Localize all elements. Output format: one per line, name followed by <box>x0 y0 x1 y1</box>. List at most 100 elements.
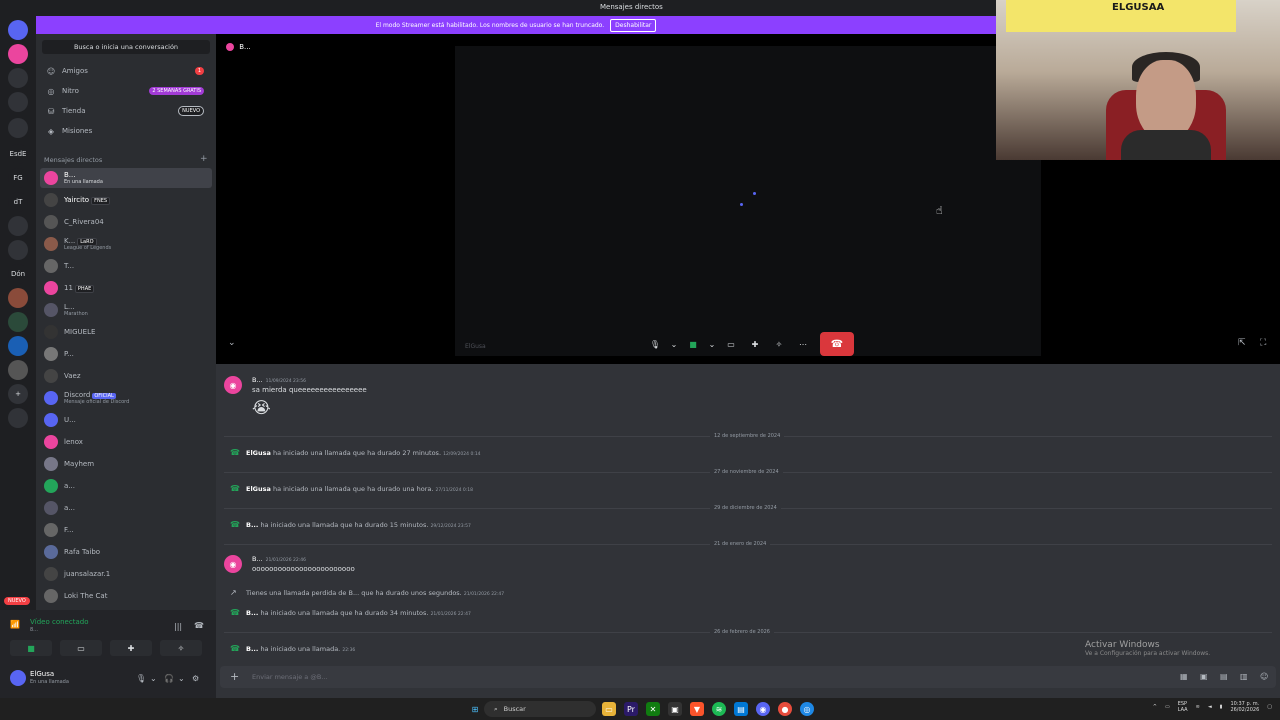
dm-item[interactable]: Loki The Cat <box>40 586 212 606</box>
call-entry-user[interactable]: ElGusa <box>246 485 271 493</box>
soundboard-icon[interactable]: ✧ <box>770 335 788 353</box>
disable-streamer-button[interactable]: Deshabilitar <box>610 18 657 32</box>
server-EsdE[interactable]: EsdE <box>8 144 28 164</box>
server-avatar-icon[interactable] <box>8 68 28 88</box>
new-dm-plus-icon[interactable]: + <box>200 154 208 164</box>
server-Dón[interactable]: Dón <box>8 264 28 284</box>
emoji-icon[interactable]: ☺ <box>1260 672 1268 681</box>
apps-icon[interactable]: ▦ <box>1180 672 1188 681</box>
call-entry-user[interactable]: ElGusa <box>246 449 271 457</box>
dm-item[interactable]: P... <box>40 344 212 364</box>
call-entry-user[interactable]: B... <box>246 609 258 617</box>
dm-item[interactable]: lenox <box>40 432 212 452</box>
premiere-icon[interactable]: Pr <box>624 702 638 716</box>
screen-share-button[interactable]: ▭ <box>60 640 102 656</box>
language-indicator[interactable]: ESP LAA <box>1178 701 1188 713</box>
explore-icon[interactable] <box>8 408 28 428</box>
microphone-icon[interactable]: 🎙 <box>136 674 146 683</box>
dm-item[interactable]: MIGUELE <box>40 322 212 342</box>
dm-item[interactable]: L... Marathon <box>40 300 212 320</box>
nav-item-tienda[interactable]: ⛁ Tienda NUEVO <box>42 102 210 120</box>
chevron-down-icon[interactable]: ⌄ <box>670 335 678 353</box>
taskbar-search[interactable]: ⌕ Buscar <box>484 701 596 717</box>
collapse-chevron-icon[interactable]: ⌄ <box>228 338 236 348</box>
app-icon[interactable]: ● <box>778 702 792 716</box>
server-avatar-icon[interactable] <box>8 360 28 380</box>
camera-button[interactable]: ■ <box>10 640 52 656</box>
server-avatar-icon[interactable] <box>8 92 28 112</box>
add-server-icon[interactable]: + <box>8 384 28 404</box>
activities-button[interactable]: ✚ <box>110 640 152 656</box>
conversation-search[interactable]: Busca o inicia una conversación <box>42 40 210 54</box>
dm-item[interactable]: B... En una llamada <box>40 168 212 188</box>
popout-icon[interactable]: ⇱ <box>1238 338 1246 348</box>
video-tile[interactable]: ElGusa <box>455 46 1041 356</box>
chevron-up-icon[interactable]: ^ <box>1153 704 1157 710</box>
server-avatar-icon[interactable] <box>8 118 28 138</box>
file-explorer-icon[interactable]: ▭ <box>602 702 616 716</box>
call-entry-user[interactable]: B... <box>246 521 258 529</box>
dm-item[interactable]: K... LaRO League of Legends <box>40 234 212 254</box>
dm-item[interactable]: F... <box>40 520 212 540</box>
soundboard-button[interactable]: ✧ <box>160 640 202 656</box>
server-avatar-icon[interactable] <box>8 336 28 356</box>
chevron-down-icon[interactable]: ⌄ <box>150 674 157 683</box>
server-dT[interactable]: dT <box>8 192 28 212</box>
microphone-icon[interactable]: 🎙 <box>646 335 664 353</box>
dm-item[interactable]: Rafa Taibo <box>40 542 212 562</box>
server-FG[interactable]: FG <box>8 168 28 188</box>
server-avatar-icon[interactable] <box>8 288 28 308</box>
discord-home-icon[interactable] <box>8 20 28 40</box>
more-icon[interactable]: ⋯ <box>794 335 812 353</box>
dm-item[interactable]: 11 PHAE <box>40 278 212 298</box>
author-name[interactable]: B... <box>252 555 263 563</box>
gift-icon[interactable]: ▣ <box>1200 672 1208 681</box>
server-avatar-icon[interactable] <box>8 312 28 332</box>
dm-item[interactable]: Vaez <box>40 366 212 386</box>
dm-item[interactable]: T... <box>40 256 212 276</box>
server-avatar-icon[interactable] <box>8 216 28 236</box>
signal-icon[interactable]: 📶 <box>10 620 20 629</box>
attach-plus-icon[interactable]: + <box>230 670 239 683</box>
author-name[interactable]: B... <box>252 376 263 384</box>
nav-item-amigos[interactable]: ☺ Amigos 1 <box>42 62 210 80</box>
battery-icon[interactable]: ▮ <box>1220 704 1223 710</box>
dm-item[interactable]: a... <box>40 498 212 518</box>
avatar[interactable]: ◉ <box>224 555 242 573</box>
call-entry-user[interactable]: B... <box>246 645 258 653</box>
brave-icon[interactable]: ▼ <box>690 702 704 716</box>
dm-item[interactable]: Discord OFICIAL Mensaje oficial de Discord <box>40 388 212 408</box>
fullscreen-icon[interactable]: ⛶ <box>1260 338 1266 348</box>
gif-icon[interactable]: ▤ <box>1220 672 1228 681</box>
screen-share-icon[interactable]: ▭ <box>722 335 740 353</box>
wifi-icon[interactable]: ≋ <box>1196 704 1200 710</box>
volume-icon[interactable]: ◄ <box>1208 704 1212 710</box>
dm-item[interactable]: a... <box>40 476 212 496</box>
nav-item-nitro[interactable]: ◎ Nitro 2 SEMANAS GRATIS <box>42 82 210 100</box>
dm-item[interactable]: Yaircito FNES <box>40 190 212 210</box>
discord-icon[interactable]: ◉ <box>756 702 770 716</box>
clock[interactable]: 10:37 p. m. 26/02/2026 <box>1230 701 1259 713</box>
headphones-icon[interactable]: 🎧 <box>164 674 174 683</box>
network-icon[interactable]: ▭ <box>1165 704 1170 710</box>
message-composer[interactable]: + Enviar mensaje a @B... ▦ ▣ ▤ ▥ ☺ <box>220 666 1276 688</box>
hang-up-button[interactable]: ☎ <box>820 332 854 356</box>
discord-server-icon[interactable] <box>8 44 28 64</box>
activities-icon[interactable]: ✚ <box>746 335 764 353</box>
noise-suppression-icon[interactable]: ||| <box>174 622 182 631</box>
chevron-down-icon[interactable]: ⌄ <box>708 335 716 353</box>
xbox-icon[interactable]: ✕ <box>646 702 660 716</box>
notifications-icon[interactable]: ▢ <box>1267 704 1272 710</box>
dm-item[interactable]: juansalazar.1 <box>40 564 212 584</box>
windows-start-icon[interactable]: ⊞ <box>468 702 482 716</box>
sticker-icon[interactable]: ▥ <box>1240 672 1248 681</box>
dm-item[interactable]: U... <box>40 410 212 430</box>
disconnect-icon[interactable]: ☎ <box>194 621 204 630</box>
avatar[interactable]: ◉ <box>224 376 242 394</box>
avatar[interactable] <box>10 670 26 686</box>
dm-item[interactable]: Mayhem <box>40 454 212 474</box>
dm-item[interactable]: C_Rivera04 <box>40 212 212 232</box>
app-icon[interactable]: ◎ <box>800 702 814 716</box>
app-icon[interactable]: ▤ <box>734 702 748 716</box>
nav-item-misiones[interactable]: ◈ Misiones <box>42 122 210 140</box>
